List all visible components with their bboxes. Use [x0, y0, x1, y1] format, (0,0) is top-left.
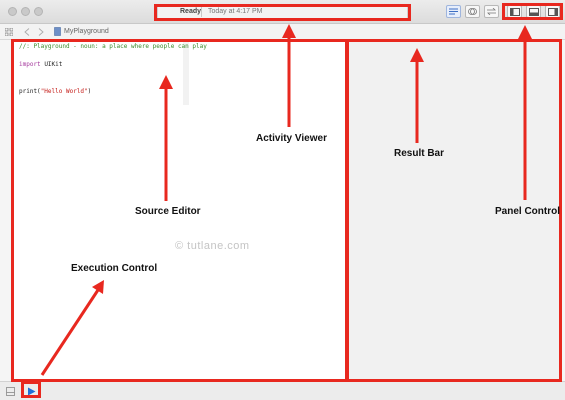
- breadcrumb-file[interactable]: MyPlayground: [64, 28, 109, 35]
- close-window-icon[interactable]: [8, 7, 17, 16]
- watermark: © tutlane.com: [175, 240, 250, 252]
- debug-bar: [0, 381, 565, 400]
- panel-control-label: Panel Control: [495, 206, 561, 217]
- result-bar-label: Result Bar: [394, 148, 445, 159]
- forward-chevron-icon[interactable]: [38, 28, 44, 36]
- assistant-editor-icon: [468, 8, 477, 15]
- hide-debug-area-icon[interactable]: [6, 387, 15, 396]
- version-editor-icon: [487, 8, 496, 15]
- related-items-grid-icon[interactable]: [5, 28, 13, 36]
- standard-editor-button[interactable]: [446, 5, 461, 18]
- panel-control-highlight: [502, 3, 563, 20]
- activity-viewer-label: Activity Viewer: [256, 133, 327, 144]
- playground-file-icon: [54, 27, 61, 36]
- minimize-window-icon[interactable]: [21, 7, 30, 16]
- activity-viewer-highlight: [154, 4, 411, 21]
- standard-editor-icon: [449, 8, 458, 15]
- assistant-editor-button[interactable]: [465, 5, 480, 18]
- zoom-window-icon[interactable]: [34, 7, 43, 16]
- source-editor-label: Source Editor: [135, 206, 201, 217]
- xcode-playground-window: Ready Today at 4:17 PM MyPlayground //: …: [0, 0, 565, 400]
- execution-control-label: Execution Control: [71, 263, 158, 274]
- execution-control-highlight: [21, 381, 41, 398]
- back-chevron-icon[interactable]: [24, 28, 30, 36]
- version-editor-button[interactable]: [484, 5, 499, 18]
- jump-bar: MyPlayground: [0, 24, 565, 40]
